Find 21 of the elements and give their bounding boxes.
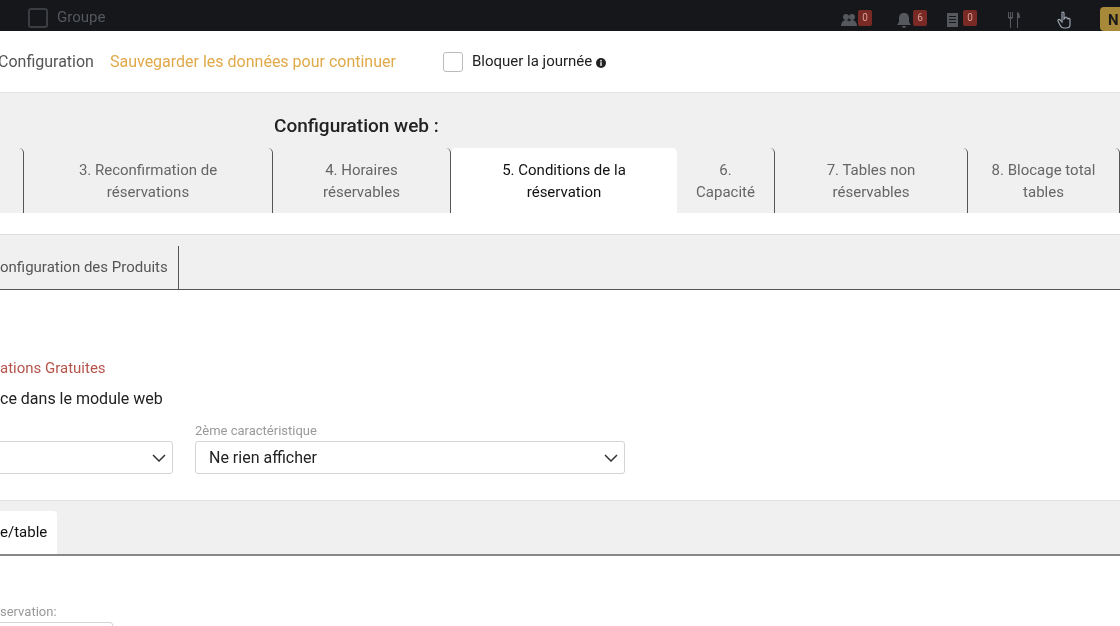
- tab[interactable]: 8. Blocage total tables: [968, 148, 1120, 213]
- field-label: servation:: [0, 603, 57, 621]
- group-label: Groupe: [57, 8, 106, 26]
- section-title: Configuration web :: [273, 115, 440, 139]
- tab[interactable]: 5. Conditions de la réservation: [451, 148, 677, 213]
- tab[interactable]: 6. Capacité: [677, 148, 775, 213]
- account-button[interactable]: N: [1100, 7, 1120, 31]
- tab[interactable]: 7. Tables non réservables: [775, 148, 968, 213]
- tab[interactable]: e/table: [0, 511, 58, 554]
- checkbox-label: Bloquer la journée: [471, 51, 593, 73]
- select-field[interactable]: Ne rien afficher: [195, 441, 625, 474]
- tab[interactable]: 4. Horaires réservables: [273, 148, 451, 213]
- tab[interactable]: onfiguration des Produits: [0, 246, 179, 289]
- section-heading: ations Gratuites: [0, 358, 106, 379]
- field-label: 2ème caractéristique: [195, 422, 317, 440]
- count-badge: 0: [963, 10, 977, 26]
- count-badge: 6: [913, 10, 927, 26]
- count-badge: 0: [858, 10, 872, 26]
- save-notice: Sauvegarder les données pour continuer: [109, 50, 396, 73]
- description-text: ce dans le module web: [0, 388, 163, 410]
- tab[interactable]: 3. Reconfirmation de réservations: [24, 148, 273, 213]
